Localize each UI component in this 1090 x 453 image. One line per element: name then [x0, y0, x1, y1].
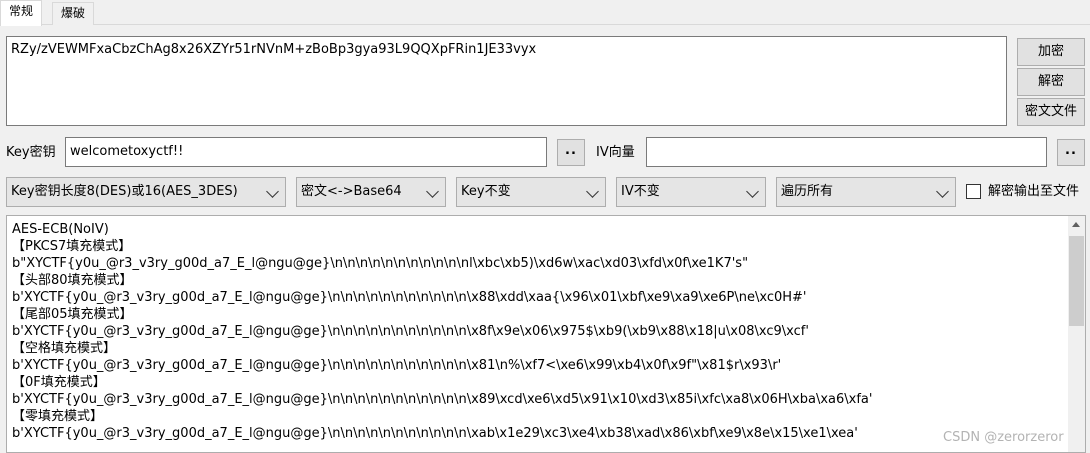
decrypt-button[interactable]: 解密: [1017, 68, 1085, 96]
output-line: b'XYCTF{y0u_@r3_v3ry_g00d_a7_E_l@ngu@ge}…: [12, 358, 782, 373]
output-lines: AES-ECB(NoIV) 【PKCS7填充模式】 b"XYCTF{y0u_@r…: [12, 221, 1062, 442]
key-mode-select[interactable]: Key不变: [456, 177, 606, 207]
key-browse-button[interactable]: ..: [557, 139, 585, 166]
output-line: 【0F填充模式】: [12, 375, 106, 390]
key-mode-value: Key不变: [461, 184, 511, 199]
chevron-down-icon: [266, 185, 279, 198]
output-line: 【零填充模式】: [12, 409, 104, 424]
iv-browse-button[interactable]: ..: [1057, 139, 1085, 166]
chevron-down-icon: [936, 185, 949, 198]
key-length-select[interactable]: Key密钥长度8(DES)或16(AES_3DES): [6, 177, 286, 207]
output-line: AES-ECB(NoIV): [12, 222, 109, 237]
output-line: 【头部80填充模式】: [12, 273, 133, 288]
output-line: b'XYCTF{y0u_@r3_v3ry_g00d_a7_E_l@ngu@ge}…: [12, 290, 807, 305]
output-textarea[interactable]: AES-ECB(NoIV) 【PKCS7填充模式】 b"XYCTF{y0u_@r…: [6, 215, 1086, 453]
output-line: b'XYCTF{y0u_@r3_v3ry_g00d_a7_E_l@ngu@ge}…: [12, 392, 873, 407]
ciphertext-value: RZy/zVEWMFxaCbzChAg8x26XZYr51rNVnM+zBoBp…: [11, 42, 537, 57]
key-input[interactable]: welcometoxyctf!!: [65, 137, 547, 167]
chevron-down-icon: [426, 185, 439, 198]
cipher-file-button[interactable]: 密文文件: [1017, 98, 1085, 126]
key-label: Key密钥: [6, 145, 56, 160]
scroll-up-arrow-icon[interactable]: [1072, 222, 1080, 227]
scroll-thumb[interactable]: [1069, 236, 1084, 326]
output-line: 【尾部05填充模式】: [12, 307, 133, 322]
output-line: b'XYCTF{y0u_@r3_v3ry_g00d_a7_E_l@ngu@ge}…: [12, 426, 858, 441]
tab-bruteforce[interactable]: 爆破: [52, 2, 95, 25]
chevron-down-icon: [586, 185, 599, 198]
iv-label: IV向量: [596, 145, 635, 160]
tab-strip: [0, 0, 1090, 25]
ciphertext-input[interactable]: RZy/zVEWMFxaCbzChAg8x26XZYr51rNVnM+zBoBp…: [6, 36, 1007, 126]
tab-general[interactable]: 常规: [0, 0, 43, 26]
output-to-file-label: 解密输出至文件: [988, 184, 1080, 199]
output-to-file-checkbox[interactable]: [966, 184, 981, 199]
iv-mode-value: IV不变: [621, 184, 660, 199]
encoding-value: 密文<->Base64: [301, 184, 402, 199]
encoding-select[interactable]: 密文<->Base64: [296, 177, 446, 207]
key-length-value: Key密钥长度8(DES)或16(AES_3DES): [11, 184, 238, 199]
chevron-down-icon: [746, 185, 759, 198]
traverse-value: 遍历所有: [781, 184, 834, 199]
output-line: b"XYCTF{y0u_@r3_v3ry_g00d_a7_E_l@ngu@ge}…: [12, 256, 749, 271]
key-value: welcometoxyctf!!: [70, 144, 184, 159]
output-line: 【空格填充模式】: [12, 341, 117, 356]
traverse-select[interactable]: 遍历所有: [776, 177, 956, 207]
encrypt-button[interactable]: 加密: [1017, 38, 1085, 66]
output-line: b'XYCTF{y0u_@r3_v3ry_g00d_a7_E_l@ngu@ge}…: [12, 324, 809, 339]
iv-mode-select[interactable]: IV不变: [616, 177, 766, 207]
output-scrollbar[interactable]: [1068, 216, 1085, 452]
iv-input[interactable]: [646, 137, 1047, 167]
watermark: CSDN @zerorzeror: [943, 430, 1064, 445]
output-line: 【PKCS7填充模式】: [12, 239, 132, 254]
